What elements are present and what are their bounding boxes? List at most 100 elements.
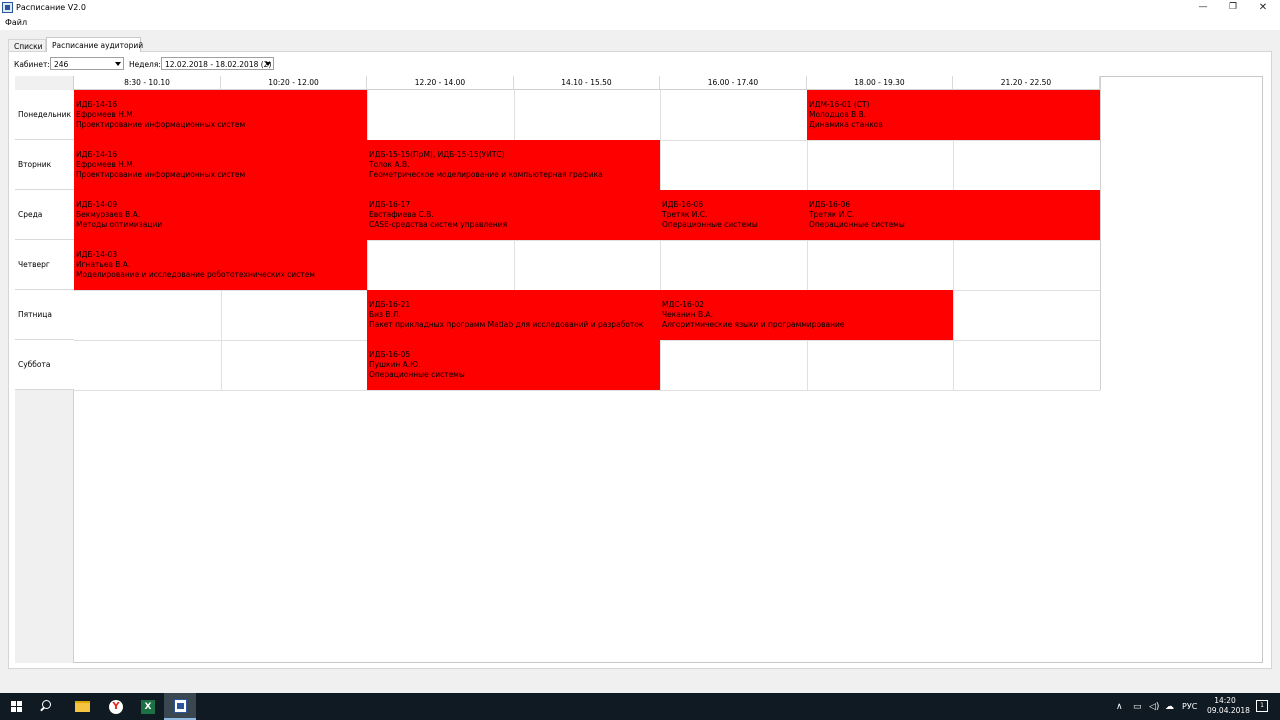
lesson-subject: Пакет прикладных программ Matlab для исс…: [369, 320, 644, 329]
lesson-teacher: Биз В.Л.: [369, 310, 401, 319]
room-select-value: 246: [54, 60, 69, 69]
lesson-group: ИДБ-15-15(ПрМ), ИДБ-15-15(УИТС): [369, 150, 505, 159]
lesson-cell[interactable]: ИДБ-16-06 Третяк И.С. Операционные систе…: [660, 190, 807, 240]
language-indicator[interactable]: РУС: [1182, 702, 1197, 711]
week-label: Неделя:: [129, 60, 161, 69]
lesson-group: ИДБ-16-06: [662, 200, 704, 209]
excel-icon[interactable]: X: [132, 693, 164, 720]
search-icon[interactable]: [32, 693, 64, 720]
lesson-group: ИДБ-16-06: [809, 200, 851, 209]
lesson-group: ИДБ-14-03: [76, 250, 118, 259]
lesson-group: МДС-16-02: [662, 300, 705, 309]
lesson-cell[interactable]: ИДБ-14-16 Ефромеев Н.М. Проектирование и…: [74, 90, 367, 140]
menu-file[interactable]: Файл: [5, 18, 27, 27]
grid-line: [1100, 76, 1101, 390]
lesson-teacher: Молодцов В.В.: [809, 110, 867, 119]
day-label-monday: Понедельник: [15, 90, 74, 140]
excel-logo-icon: X: [141, 700, 155, 714]
lesson-teacher: Пушкин А.Ю.: [369, 360, 421, 369]
lesson-group: ИДБ-16-05: [369, 350, 411, 359]
lesson-teacher: Третяк И.С.: [809, 210, 855, 219]
day-label-tuesday: Вторник: [15, 140, 74, 190]
lesson-teacher: Бекмурзаев В.А.: [76, 210, 141, 219]
lesson-group: ИДБ-14-16: [76, 100, 118, 109]
lesson-group: ИДБ-14-16: [76, 150, 118, 159]
lesson-subject: Моделирование и исследование робототехни…: [76, 270, 315, 279]
magnifier-icon: [42, 700, 51, 709]
yandex-browser-icon[interactable]: Y: [100, 693, 132, 720]
lesson-cell[interactable]: ИДБ-14-16 Ефромеев Н.М. Проектирование и…: [74, 140, 367, 190]
lesson-teacher: Игнатьев В.А.: [76, 260, 131, 269]
yandex-logo-icon: Y: [109, 700, 123, 714]
schedule-app-logo-icon: [174, 699, 187, 713]
file-explorer-icon[interactable]: [66, 693, 98, 720]
week-select-value: 12.02.2018 - 18.02.2018 (2): [165, 60, 272, 69]
lesson-subject: Проектирование информационных систем: [76, 120, 246, 129]
tab-lists[interactable]: Списки: [8, 39, 46, 51]
menu-bar: Файл: [0, 16, 1280, 30]
room-label: Кабинет:: [14, 60, 50, 69]
lesson-cell[interactable]: ИДБ-16-21 Биз В.Л. Пакет прикладных прог…: [367, 290, 660, 340]
lesson-cell[interactable]: ИДБ-16-06 Третяк И.С. Операционные систе…: [807, 190, 1100, 240]
windows-logo-icon: [11, 701, 22, 712]
day-label-friday: Пятница: [15, 290, 74, 340]
app-icon: [2, 2, 13, 13]
lesson-teacher: Третяк И.С.: [662, 210, 708, 219]
grid-line: [74, 390, 1100, 391]
taskbar: Y X: [0, 693, 1280, 720]
lesson-cell[interactable]: ИДБ-16-17 Евстафиева С.В. CASE-средства …: [367, 190, 660, 240]
time-slot-header-cell: 16.00 - 17.40: [660, 76, 807, 90]
chevron-down-icon: [115, 62, 121, 66]
lesson-subject: Динамика станков: [809, 120, 883, 129]
clock[interactable]: 14:20 09.04.2018: [1207, 696, 1250, 716]
clock-date: 09.04.2018: [1207, 706, 1250, 715]
title-bar: Расписание V2.0 — ❐ ✕: [0, 0, 1280, 16]
time-slot-header-cell: 8:30 - 10.10: [74, 76, 221, 90]
tab-room-schedule[interactable]: Расписание аудиторий: [46, 37, 143, 52]
time-slot-header-cell: 14.10 - 15.50: [514, 76, 660, 90]
lesson-subject: CASE-средства систем управления: [369, 220, 508, 229]
schedule-app-window: Расписание V2.0 — ❐ ✕ Файл Списки Распис…: [0, 0, 1280, 720]
close-button[interactable]: ✕: [1246, 0, 1280, 16]
lesson-group: ИДБ-14-09: [76, 200, 118, 209]
folder-icon: [75, 701, 90, 712]
windows-start-icon[interactable]: [0, 693, 32, 720]
lesson-subject: Операционные системы: [662, 220, 758, 229]
week-select[interactable]: 12.02.2018 - 18.02.2018 (2): [161, 57, 274, 70]
lesson-subject: Алгоритмические языки и программирование: [662, 320, 845, 329]
lesson-group: ИДБ-16-21: [369, 300, 411, 309]
lesson-teacher: Ефромеев Н.М.: [76, 110, 136, 119]
lesson-subject: Операционные системы: [369, 370, 465, 379]
network-icon[interactable]: ▭: [1133, 702, 1142, 712]
notification-center-icon[interactable]: 1: [1256, 700, 1268, 712]
lesson-subject: Проектирование информационных систем: [76, 170, 246, 179]
day-label-thursday: Четверг: [15, 240, 74, 290]
lesson-cell[interactable]: ИДБ-14-09 Бекмурзаев В.А. Методы оптимиз…: [74, 190, 367, 240]
lesson-group: ИДБ-16-17: [369, 200, 411, 209]
time-slot-header: 8:30 - 10.10 10:20 - 12.00 12.20 - 14.00…: [74, 76, 1100, 90]
day-label-wednesday: Среда: [15, 190, 74, 240]
lesson-cell[interactable]: ИДБ-15-15(ПрМ), ИДБ-15-15(УИТС) Толок А.…: [367, 140, 660, 190]
clock-time: 14:20: [1214, 696, 1236, 705]
time-slot-header-cell: 12.20 - 14.00: [367, 76, 514, 90]
window-title: Расписание V2.0: [16, 3, 86, 12]
schedule-app-icon[interactable]: [164, 693, 196, 720]
lesson-cell[interactable]: МДС-16-02 Чеканин В.А. Алгоритмические я…: [660, 290, 953, 340]
volume-icon[interactable]: ◁): [1149, 702, 1159, 712]
lesson-teacher: Ефромеев Н.М.: [76, 160, 136, 169]
day-label-saturday: Суббота: [15, 340, 74, 390]
minimize-button[interactable]: —: [1186, 0, 1220, 16]
show-hidden-icons-chevron-icon[interactable]: ∧: [1116, 702, 1123, 712]
time-slot-header-cell: 10:20 - 12.00: [221, 76, 367, 90]
lesson-group: ИДМ-16-01 (СТ): [809, 100, 870, 109]
lesson-cell[interactable]: ИДБ-14-03 Игнатьев В.А. Моделирование и …: [74, 240, 367, 290]
room-select[interactable]: 246: [50, 57, 124, 70]
lesson-cell[interactable]: ИДБ-16-05 Пушкин А.Ю. Операционные систе…: [367, 340, 660, 390]
maximize-button[interactable]: ❐: [1216, 0, 1250, 16]
lesson-cell[interactable]: ИДМ-16-01 (СТ) Молодцов В.В. Динамика ст…: [807, 90, 1100, 140]
cloud-icon[interactable]: ☁: [1165, 702, 1174, 712]
lesson-teacher: Евстафиева С.В.: [369, 210, 434, 219]
chevron-down-icon: [265, 62, 271, 66]
time-slot-header-cell: 21.20 - 22.50: [953, 76, 1100, 90]
time-slot-header-cell: 18.00 - 19.30: [807, 76, 953, 90]
